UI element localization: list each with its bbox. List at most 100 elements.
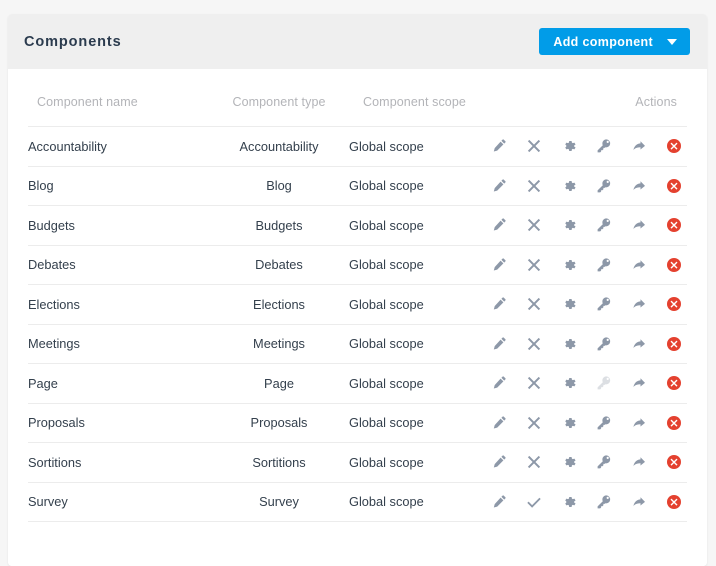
cell-actions — [493, 442, 687, 483]
key-icon — [596, 375, 612, 392]
key-icon[interactable] — [596, 493, 612, 510]
row-action-group — [493, 414, 687, 431]
key-icon[interactable] — [596, 138, 612, 155]
key-icon[interactable] — [596, 296, 612, 313]
cell-component-name: Debates — [28, 245, 209, 285]
key-icon[interactable] — [596, 335, 612, 352]
delete-circle-icon[interactable] — [666, 177, 682, 194]
arrow-share-icon[interactable] — [631, 335, 647, 352]
cell-actions — [493, 126, 687, 167]
cell-component-type: Budgets — [209, 205, 349, 246]
close-x-icon[interactable] — [526, 217, 542, 234]
check-icon[interactable] — [526, 493, 542, 510]
close-x-icon[interactable] — [526, 256, 542, 273]
cell-component-type: Elections — [209, 284, 349, 325]
cell-actions — [493, 324, 687, 364]
gear-icon[interactable] — [561, 414, 577, 431]
table-row: Sortitions Sortitions Global scope — [28, 442, 687, 483]
table-row: Elections Elections Global scope — [28, 284, 687, 325]
chevron-down-icon — [667, 38, 677, 45]
arrow-share-icon[interactable] — [631, 454, 647, 471]
table-row: Blog Blog Global scope — [28, 166, 687, 206]
pencil-icon[interactable] — [491, 217, 507, 234]
pencil-icon[interactable] — [491, 335, 507, 352]
card-header: Components Add component — [8, 14, 707, 69]
cell-component-name: Proposals — [28, 403, 209, 443]
pencil-icon[interactable] — [491, 454, 507, 471]
table-row: Proposals Proposals Global scope — [28, 403, 687, 443]
arrow-share-icon[interactable] — [631, 414, 647, 431]
pencil-icon[interactable] — [491, 138, 507, 155]
gear-icon[interactable] — [561, 375, 577, 392]
row-action-group — [493, 138, 687, 155]
components-card: Components Add component Component name … — [8, 14, 707, 566]
pencil-icon[interactable] — [491, 296, 507, 313]
arrow-share-icon[interactable] — [631, 217, 647, 234]
cell-actions — [493, 245, 687, 285]
cell-actions — [493, 284, 687, 325]
close-x-icon[interactable] — [526, 414, 542, 431]
close-x-icon[interactable] — [526, 335, 542, 352]
gear-icon[interactable] — [561, 493, 577, 510]
cell-component-name: Meetings — [28, 324, 209, 364]
key-icon[interactable] — [596, 217, 612, 234]
add-component-button[interactable]: Add component — [539, 28, 690, 55]
delete-circle-icon[interactable] — [666, 217, 682, 234]
pencil-icon[interactable] — [491, 493, 507, 510]
pencil-icon[interactable] — [491, 256, 507, 273]
cell-component-name: Budgets — [28, 205, 209, 246]
gear-icon[interactable] — [561, 138, 577, 155]
pencil-icon[interactable] — [491, 414, 507, 431]
gear-icon[interactable] — [561, 296, 577, 313]
close-x-icon[interactable] — [526, 454, 542, 471]
gear-icon[interactable] — [561, 217, 577, 234]
table-header: Component name Component type Component … — [28, 69, 687, 127]
row-action-group — [493, 493, 687, 510]
delete-circle-icon[interactable] — [666, 375, 682, 392]
table-row: Budgets Budgets Global scope — [28, 205, 687, 246]
column-header-component-scope: Component scope — [349, 69, 531, 127]
delete-circle-icon[interactable] — [666, 256, 682, 273]
arrow-share-icon[interactable] — [631, 375, 647, 392]
close-x-icon[interactable] — [526, 375, 542, 392]
gear-icon[interactable] — [561, 256, 577, 273]
column-header-component-type: Component type — [209, 69, 349, 127]
gear-icon[interactable] — [561, 177, 577, 194]
cell-actions — [493, 482, 687, 522]
key-icon[interactable] — [596, 256, 612, 273]
delete-circle-icon[interactable] — [666, 493, 682, 510]
delete-circle-icon[interactable] — [666, 454, 682, 471]
cell-component-name: Blog — [28, 166, 209, 206]
page-root: Components Add component Component name … — [0, 0, 716, 566]
table-row: Page Page Global scope — [28, 363, 687, 404]
key-icon[interactable] — [596, 454, 612, 471]
arrow-share-icon[interactable] — [631, 296, 647, 313]
delete-circle-icon[interactable] — [666, 335, 682, 352]
add-component-label: Add component — [553, 34, 653, 49]
cell-component-type: Accountability — [209, 126, 349, 167]
row-action-group — [493, 177, 687, 194]
cell-component-name: Page — [28, 363, 209, 404]
cell-component-type: Meetings — [209, 324, 349, 364]
pencil-icon[interactable] — [491, 375, 507, 392]
key-icon[interactable] — [596, 414, 612, 431]
key-icon[interactable] — [596, 177, 612, 194]
gear-icon[interactable] — [561, 335, 577, 352]
arrow-share-icon[interactable] — [631, 138, 647, 155]
gear-icon[interactable] — [561, 454, 577, 471]
close-x-icon[interactable] — [526, 177, 542, 194]
delete-circle-icon[interactable] — [666, 296, 682, 313]
cell-component-type: Sortitions — [209, 442, 349, 483]
arrow-share-icon[interactable] — [631, 177, 647, 194]
close-x-icon[interactable] — [526, 138, 542, 155]
table-row: Accountability Accountability Global scope — [28, 126, 687, 167]
arrow-share-icon[interactable] — [631, 256, 647, 273]
cell-component-name: Sortitions — [28, 442, 209, 483]
delete-circle-icon[interactable] — [666, 414, 682, 431]
arrow-share-icon[interactable] — [631, 493, 647, 510]
delete-circle-icon[interactable] — [666, 138, 682, 155]
components-table: Component name Component type Component … — [28, 69, 687, 522]
close-x-icon[interactable] — [526, 296, 542, 313]
pencil-icon[interactable] — [491, 177, 507, 194]
row-action-group — [493, 256, 687, 273]
